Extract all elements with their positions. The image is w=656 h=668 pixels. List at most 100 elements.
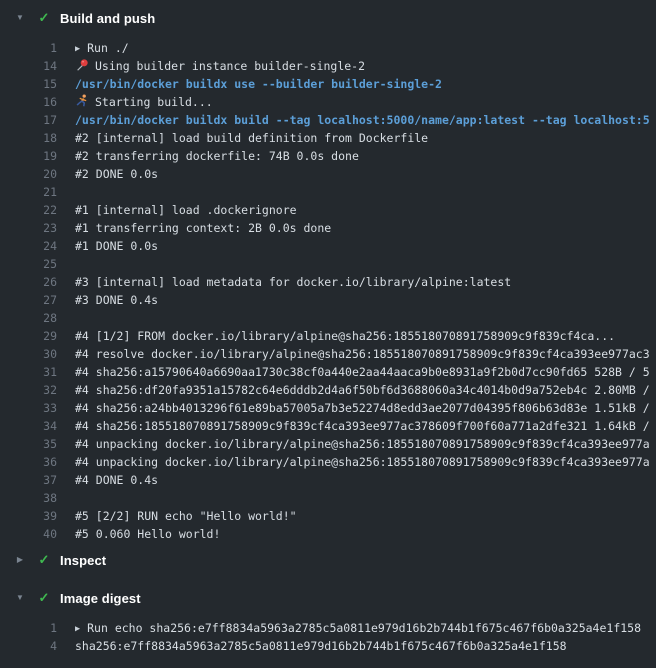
log-line: 1▶Run echo sha256:e7ff8834a5963a2785c5a0… — [0, 619, 656, 637]
log-text: /usr/bin/docker buildx use --builder bui… — [57, 75, 442, 93]
section-header-build-and-push[interactable]: ▼ ✓ Build and push — [0, 10, 656, 26]
line-number[interactable]: 14 — [0, 57, 57, 75]
chevron-down-icon[interactable]: ▼ — [14, 10, 26, 26]
log-text: #2 [internal] load build definition from… — [57, 129, 428, 147]
log-text: #4 DONE 0.4s — [57, 471, 158, 489]
line-number[interactable]: 17 — [0, 111, 57, 129]
log-line: 29#4 [1/2] FROM docker.io/library/alpine… — [0, 327, 656, 345]
line-number[interactable]: 31 — [0, 363, 57, 381]
line-number[interactable]: 26 — [0, 273, 57, 291]
line-number[interactable]: 40 — [0, 525, 57, 543]
log-text: #5 0.060 Hello world! — [57, 525, 220, 543]
log-text: Using builder instance builder-single-2 — [57, 57, 365, 75]
log-line: 36#4 unpacking docker.io/library/alpine@… — [0, 453, 656, 471]
line-number[interactable]: 24 — [0, 237, 57, 255]
log-line: 34#4 sha256:185518070891758909c9f839cf4c… — [0, 417, 656, 435]
log-text: #4 sha256:a15790640a6690aa1730c38cf0a440… — [57, 363, 650, 381]
line-number[interactable]: 20 — [0, 165, 57, 183]
log-lines: 1▶Run ./14Using builder instance builder… — [0, 39, 656, 543]
line-number[interactable]: 35 — [0, 435, 57, 453]
log-line: 30#4 resolve docker.io/library/alpine@sh… — [0, 345, 656, 363]
success-check-icon: ✓ — [37, 590, 51, 606]
workflow-log: ▼ ✓ Build and push 1▶Run ./14Using build… — [0, 10, 656, 655]
section-title: Inspect — [60, 553, 106, 568]
log-line: 25 — [0, 255, 656, 273]
log-text: ▶Run ./ — [57, 39, 129, 57]
log-text: #4 sha256:df20fa9351a15782c64e6dddb2d4a6… — [57, 381, 650, 399]
log-line: 23#1 transferring context: 2B 0.0s done — [0, 219, 656, 237]
runner-icon — [75, 93, 89, 111]
log-text: #1 transferring context: 2B 0.0s done — [57, 219, 331, 237]
line-number[interactable]: 30 — [0, 345, 57, 363]
log-text: Starting build... — [57, 93, 213, 111]
line-number[interactable]: 29 — [0, 327, 57, 345]
line-number[interactable]: 23 — [0, 219, 57, 237]
section-header-image-digest[interactable]: ▼ ✓ Image digest — [0, 590, 656, 606]
line-number[interactable]: 38 — [0, 489, 57, 507]
section-build-and-push: ▼ ✓ Build and push 1▶Run ./14Using build… — [0, 10, 656, 543]
section-title: Build and push — [60, 11, 155, 26]
log-text: #4 sha256:185518070891758909c9f839cf4ca3… — [57, 417, 650, 435]
log-text — [57, 255, 75, 273]
line-number[interactable]: 1 — [0, 39, 57, 57]
run-expand-icon[interactable]: ▶ — [75, 40, 80, 57]
log-line: 32#4 sha256:df20fa9351a15782c64e6dddb2d4… — [0, 381, 656, 399]
line-number[interactable]: 39 — [0, 507, 57, 525]
line-number[interactable]: 21 — [0, 183, 57, 201]
pushpin-icon — [75, 57, 89, 75]
line-number[interactable]: 19 — [0, 147, 57, 165]
log-text: #2 transferring dockerfile: 74B 0.0s don… — [57, 147, 359, 165]
line-number[interactable]: 18 — [0, 129, 57, 147]
log-line: 37#4 DONE 0.4s — [0, 471, 656, 489]
log-line: 28 — [0, 309, 656, 327]
log-line: 26#3 [internal] load metadata for docker… — [0, 273, 656, 291]
log-line: 24#1 DONE 0.0s — [0, 237, 656, 255]
log-line: 20#2 DONE 0.0s — [0, 165, 656, 183]
line-number[interactable]: 36 — [0, 453, 57, 471]
line-number[interactable]: 22 — [0, 201, 57, 219]
log-text: #3 DONE 0.4s — [57, 291, 158, 309]
line-number[interactable]: 15 — [0, 75, 57, 93]
log-text: #1 DONE 0.0s — [57, 237, 158, 255]
section-header-inspect[interactable]: ▶ ✓ Inspect — [0, 552, 656, 568]
line-number[interactable]: 34 — [0, 417, 57, 435]
log-line: 31#4 sha256:a15790640a6690aa1730c38cf0a4… — [0, 363, 656, 381]
log-line: 1▶Run ./ — [0, 39, 656, 57]
log-line: 22#1 [internal] load .dockerignore — [0, 201, 656, 219]
line-number[interactable]: 4 — [0, 637, 57, 655]
log-text: /usr/bin/docker buildx build --tag local… — [57, 111, 650, 129]
log-line: 35#4 unpacking docker.io/library/alpine@… — [0, 435, 656, 453]
line-number[interactable]: 1 — [0, 619, 57, 637]
log-text — [57, 183, 75, 201]
line-number[interactable]: 25 — [0, 255, 57, 273]
log-text: ▶Run echo sha256:e7ff8834a5963a2785c5a08… — [57, 619, 641, 637]
line-number[interactable]: 16 — [0, 93, 57, 111]
line-number[interactable]: 37 — [0, 471, 57, 489]
success-check-icon: ✓ — [37, 552, 51, 568]
log-text: #4 resolve docker.io/library/alpine@sha2… — [57, 345, 650, 363]
chevron-right-icon[interactable]: ▶ — [14, 552, 26, 568]
log-line: 16Starting build... — [0, 93, 656, 111]
log-lines: 1▶Run echo sha256:e7ff8834a5963a2785c5a0… — [0, 619, 656, 655]
log-line: 33#4 sha256:a24bb4013296f61e89ba57005a7b… — [0, 399, 656, 417]
log-text — [57, 309, 75, 327]
log-line: 38 — [0, 489, 656, 507]
log-text: #2 DONE 0.0s — [57, 165, 158, 183]
section-title: Image digest — [60, 591, 141, 606]
line-number[interactable]: 27 — [0, 291, 57, 309]
chevron-down-icon[interactable]: ▼ — [14, 590, 26, 606]
line-number[interactable]: 28 — [0, 309, 57, 327]
run-expand-icon[interactable]: ▶ — [75, 620, 80, 637]
log-line: 21 — [0, 183, 656, 201]
log-line: 17/usr/bin/docker buildx build --tag loc… — [0, 111, 656, 129]
log-line: 18#2 [internal] load build definition fr… — [0, 129, 656, 147]
log-line: 40#5 0.060 Hello world! — [0, 525, 656, 543]
line-number[interactable]: 32 — [0, 381, 57, 399]
log-text: #5 [2/2] RUN echo "Hello world!" — [57, 507, 297, 525]
section-image-digest: ▼ ✓ Image digest 1▶Run echo sha256:e7ff8… — [0, 590, 656, 655]
log-line: 19#2 transferring dockerfile: 74B 0.0s d… — [0, 147, 656, 165]
log-text: sha256:e7ff8834a5963a2785c5a0811e979d16b… — [57, 637, 567, 655]
log-line: 14Using builder instance builder-single-… — [0, 57, 656, 75]
log-text: #4 unpacking docker.io/library/alpine@sh… — [57, 435, 650, 453]
line-number[interactable]: 33 — [0, 399, 57, 417]
